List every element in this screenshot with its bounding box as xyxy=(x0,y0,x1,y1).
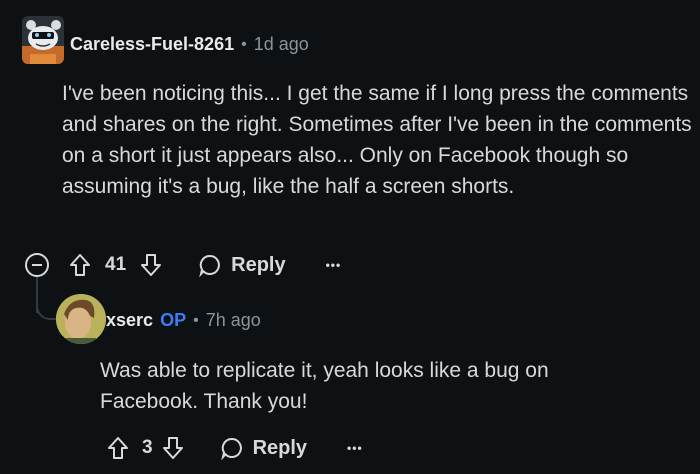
more-options-button[interactable]: ••• xyxy=(347,441,363,455)
more-options-button[interactable]: ••• xyxy=(326,258,342,272)
timestamp[interactable]: 1d ago xyxy=(254,34,309,55)
reply-timestamp[interactable]: 7h ago xyxy=(206,310,261,331)
vote-count: 41 xyxy=(105,254,127,275)
reply-button[interactable]: Reply xyxy=(253,437,307,460)
user-avatar[interactable] xyxy=(22,16,64,64)
reply-meta: xserc OP • 7h ago xyxy=(106,310,261,331)
op-avatar[interactable] xyxy=(56,294,106,344)
separator-dot: • xyxy=(241,35,247,53)
separator-dot: • xyxy=(193,311,199,329)
reply-vote-count: 3 xyxy=(142,437,153,458)
collapse-thread-button[interactable] xyxy=(25,253,49,277)
collapse-minus-icon xyxy=(32,264,42,266)
username-link[interactable]: Careless-Fuel-8261 xyxy=(70,34,234,55)
op-badge: OP xyxy=(160,310,187,330)
comment-body: I've been noticing this... I get the sam… xyxy=(62,82,692,198)
arrow-down-icon[interactable] xyxy=(161,435,185,461)
reply-username-link[interactable]: xserc xyxy=(106,310,153,331)
comment-actions: 41 Reply ••• xyxy=(68,252,341,278)
arrow-up-icon[interactable] xyxy=(68,252,92,278)
speech-bubble-icon[interactable] xyxy=(219,435,245,461)
arrow-down-icon[interactable] xyxy=(139,252,163,278)
comment-meta: Careless-Fuel-8261 • 1d ago xyxy=(70,34,309,55)
reply-button[interactable]: Reply xyxy=(231,254,285,277)
reply-actions: 3 Reply ••• xyxy=(106,435,363,461)
arrow-up-icon[interactable] xyxy=(106,435,130,461)
speech-bubble-icon[interactable] xyxy=(197,252,223,278)
reply-body: Was able to replicate it, yeah looks lik… xyxy=(100,359,549,413)
